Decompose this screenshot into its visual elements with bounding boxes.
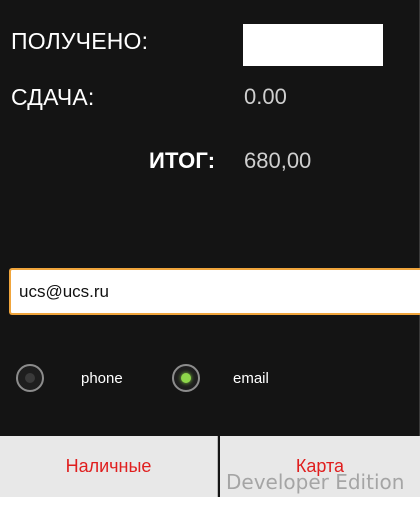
total-value: 680,00	[244, 148, 312, 173]
email-radio-label[interactable]: email	[233, 370, 269, 387]
phone-radio-label[interactable]: phone	[81, 370, 123, 387]
payment-screen: ПОЛУЧЕНО: СДАЧА: 0.00 ИТОГ: 680,00 ucs@u…	[0, 0, 420, 497]
total-label: ИТОГ:	[149, 148, 216, 173]
received-label: ПОЛУЧЕНО:	[11, 28, 149, 54]
card-button[interactable]: Карта	[220, 436, 420, 497]
bottom-margin	[0, 497, 420, 507]
cash-button[interactable]: Наличные	[0, 436, 218, 497]
radio-dot-icon	[25, 373, 35, 383]
change-label: СДАЧА:	[11, 84, 95, 110]
change-value: 0.00	[244, 84, 287, 109]
email-field[interactable]: ucs@ucs.ru	[9, 268, 420, 315]
phone-radio[interactable]	[16, 364, 44, 392]
email-radio[interactable]	[172, 364, 200, 392]
received-amount-field[interactable]	[243, 24, 383, 66]
radio-dot-icon	[181, 373, 191, 383]
